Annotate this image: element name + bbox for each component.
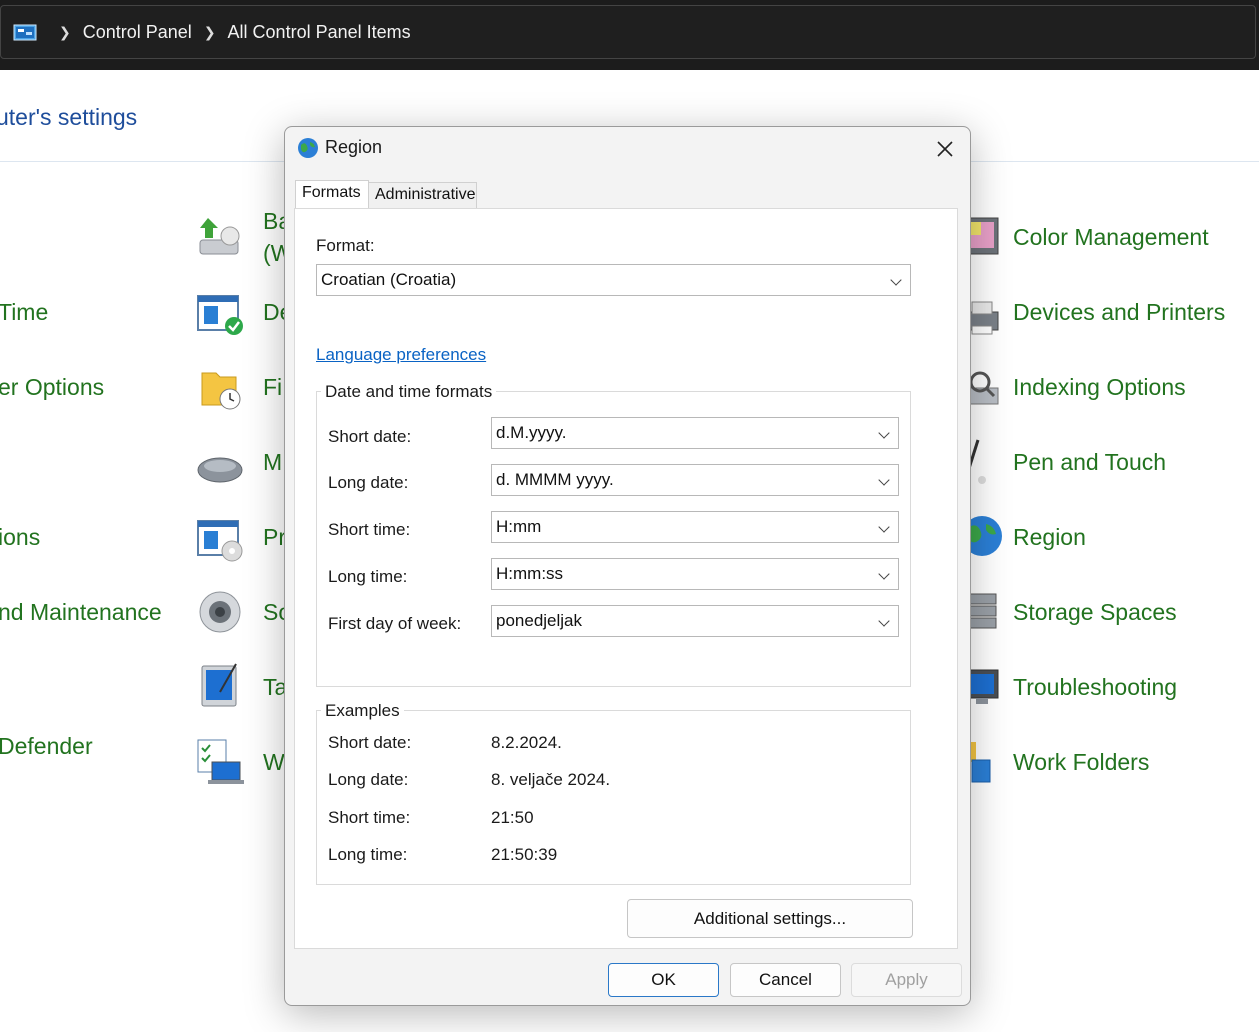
format-label: Format: bbox=[316, 236, 375, 255]
address-bar[interactable]: ❯ Control Panel ❯ All Control Panel Item… bbox=[0, 5, 1256, 59]
short-time-value: H:mm bbox=[496, 517, 542, 536]
region-dialog: Region Formats Administrative Format: Cr… bbox=[284, 126, 971, 1006]
long-date-label: Long date: bbox=[328, 473, 409, 492]
chevron-right-icon: ❯ bbox=[203, 23, 216, 40]
page-heading: uter's settings bbox=[0, 104, 138, 130]
first-day-value: ponedjeljak bbox=[496, 611, 583, 630]
long-time-label: Long time: bbox=[328, 567, 408, 586]
format-select[interactable]: Croatian (Croatia) bbox=[316, 264, 911, 296]
chevron-down-icon bbox=[878, 615, 890, 627]
short-time-label: Short time: bbox=[328, 520, 411, 539]
cp-item-fi[interactable]: Fi bbox=[263, 374, 282, 401]
cp-item-m[interactable]: M bbox=[263, 449, 282, 476]
example-short-date-label: Short date: bbox=[328, 733, 412, 752]
language-preferences-link[interactable]: Language preferences bbox=[316, 345, 486, 365]
ok-button[interactable]: OK bbox=[608, 963, 719, 997]
first-day-select[interactable]: ponedjeljak bbox=[491, 605, 899, 637]
chevron-right-icon: ❯ bbox=[59, 23, 71, 40]
cp-item-explorer-options[interactable]: er Options bbox=[0, 374, 104, 401]
long-date-value: d. MMMM yyyy. bbox=[496, 470, 614, 489]
cp-item-storage-spaces[interactable]: Storage Spaces bbox=[1013, 599, 1177, 626]
dialog-title: Region bbox=[325, 137, 383, 157]
short-date-value: d.M.yyyy. bbox=[496, 423, 567, 442]
example-short-date-value: 8.2.2024. bbox=[491, 733, 562, 752]
cp-item-options[interactable]: ions bbox=[0, 524, 40, 551]
backup-icon bbox=[199, 218, 240, 255]
chevron-down-icon bbox=[878, 568, 890, 580]
short-date-label: Short date: bbox=[328, 427, 412, 446]
example-long-time-label: Long time: bbox=[328, 845, 408, 864]
windows-mobility-icon bbox=[197, 739, 244, 784]
cp-item-work-folders[interactable]: Work Folders bbox=[1013, 749, 1149, 776]
formats-panel: Format: Croatian (Croatia) Language pref… bbox=[294, 208, 958, 949]
cp-item-troubleshooting[interactable]: Troubleshooting bbox=[1013, 674, 1177, 701]
additional-settings-button[interactable]: Additional settings... bbox=[627, 899, 913, 938]
chevron-down-icon bbox=[878, 474, 890, 486]
cp-item-indexing-options[interactable]: Indexing Options bbox=[1013, 374, 1186, 401]
first-day-label: First day of week: bbox=[328, 614, 462, 633]
cp-item-color-management[interactable]: Color Management bbox=[1013, 224, 1209, 251]
example-short-time-value: 21:50 bbox=[491, 808, 534, 827]
region-globe-icon bbox=[298, 138, 318, 158]
format-value: Croatian (Croatia) bbox=[321, 270, 457, 289]
apply-button[interactable]: Apply bbox=[851, 963, 962, 997]
example-short-time-label: Short time: bbox=[328, 808, 411, 827]
cp-item-security-maintenance[interactable]: nd Maintenance bbox=[0, 599, 162, 626]
cp-item-pr[interactable]: Pr bbox=[263, 524, 286, 551]
cancel-button[interactable]: Cancel bbox=[730, 963, 841, 997]
mouse-icon bbox=[197, 457, 243, 483]
example-long-date-label: Long date: bbox=[328, 770, 409, 789]
example-long-time-value: 21:50:39 bbox=[491, 845, 558, 864]
programs-icon bbox=[197, 520, 243, 562]
breadcrumb-control-panel[interactable]: Control Panel bbox=[83, 22, 192, 43]
control-panel-icon bbox=[13, 23, 37, 41]
cp-item-region[interactable]: Region bbox=[1013, 524, 1086, 551]
short-time-select[interactable]: H:mm bbox=[491, 511, 899, 543]
cp-item-w[interactable]: W bbox=[263, 749, 285, 776]
tab-formats[interactable]: Formats bbox=[295, 180, 369, 210]
chevron-down-icon bbox=[890, 274, 902, 286]
cp-item-defender[interactable]: Defender bbox=[0, 733, 93, 760]
file-history-icon bbox=[201, 372, 241, 410]
sound-icon bbox=[199, 591, 241, 633]
cp-item-pen-touch[interactable]: Pen and Touch bbox=[1013, 449, 1166, 476]
date-time-formats-title: Date and time formats bbox=[321, 382, 497, 402]
examples-title: Examples bbox=[321, 701, 404, 721]
long-time-value: H:mm:ss bbox=[496, 564, 564, 583]
example-long-date-value: 8. veljače 2024. bbox=[491, 770, 611, 789]
long-time-select[interactable]: H:mm:ss bbox=[491, 558, 899, 590]
tablet-pc-icon bbox=[201, 663, 237, 707]
tab-administrative[interactable]: Administrative bbox=[369, 182, 477, 208]
long-date-select[interactable]: d. MMMM yyyy. bbox=[491, 464, 899, 496]
address-bar-area: ❯ Control Panel ❯ All Control Panel Item… bbox=[0, 0, 1259, 70]
cp-item-date-time[interactable]: Time bbox=[0, 299, 48, 326]
cp-item-devices-printers[interactable]: Devices and Printers bbox=[1013, 299, 1225, 326]
chevron-down-icon bbox=[878, 427, 890, 439]
defender-firewall-icon bbox=[197, 295, 243, 335]
close-button[interactable] bbox=[923, 131, 967, 167]
chevron-down-icon bbox=[878, 521, 890, 533]
short-date-select[interactable]: d.M.yyyy. bbox=[491, 417, 899, 449]
close-icon bbox=[937, 141, 953, 157]
breadcrumb-all-items[interactable]: All Control Panel Items bbox=[228, 22, 411, 43]
